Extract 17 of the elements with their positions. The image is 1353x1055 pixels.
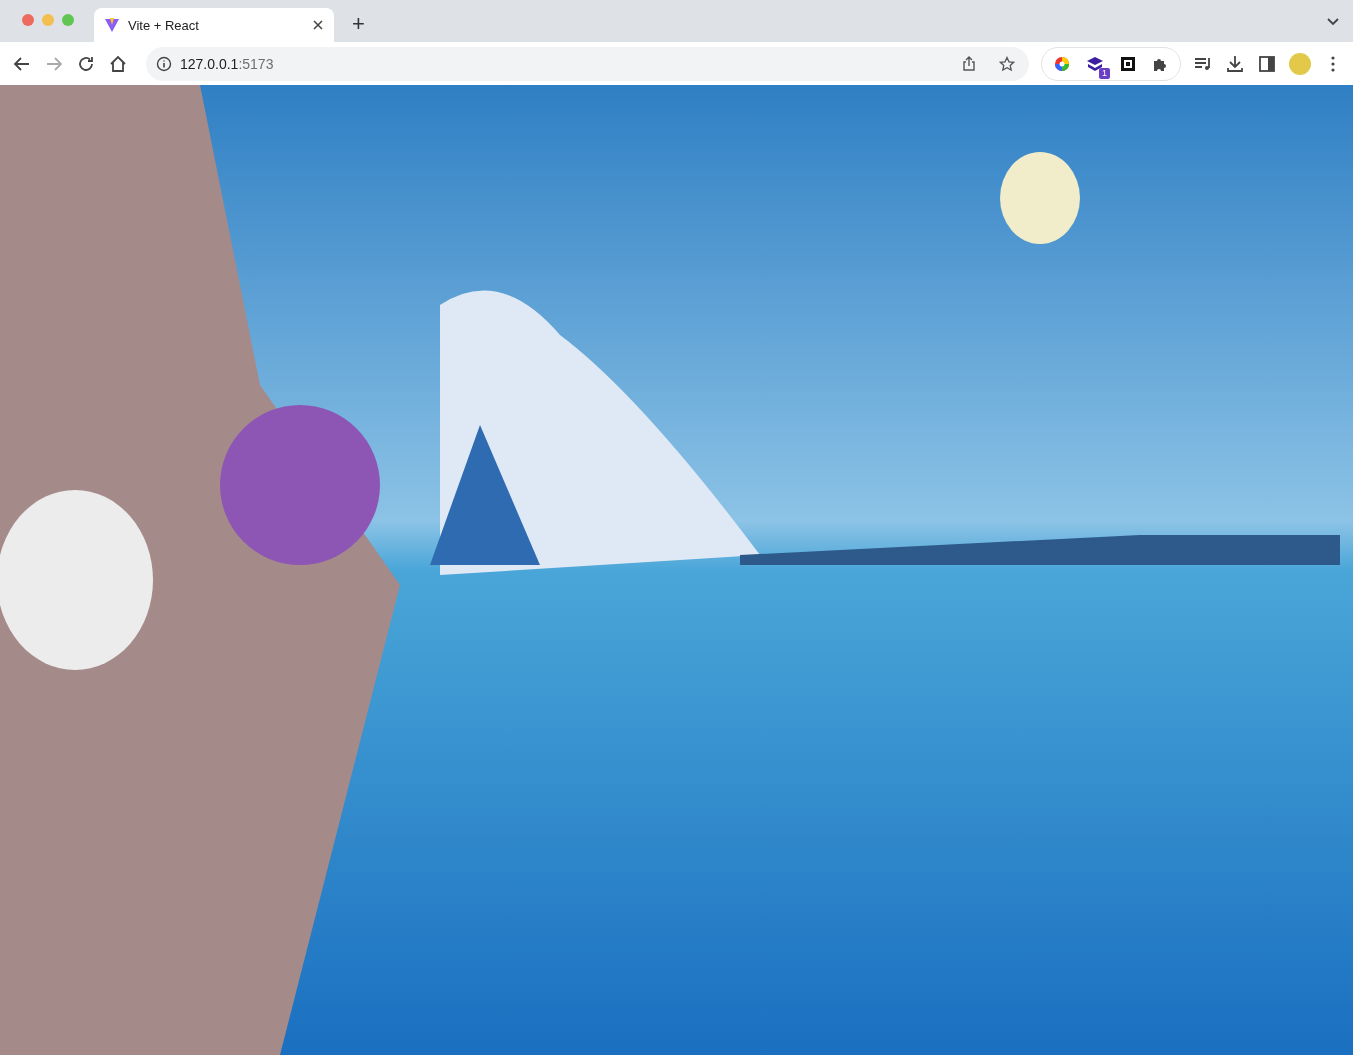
square-frame-icon[interactable] <box>1120 55 1136 72</box>
url-text: 127.0.0.1:5173 <box>180 55 274 72</box>
home-icon[interactable] <box>108 53 128 74</box>
address-bar[interactable]: 127.0.0.1:5173 <box>146 46 1029 81</box>
notification-badge: 1 <box>1099 67 1110 79</box>
new-tab-button[interactable]: + <box>346 8 371 40</box>
share-icon[interactable] <box>961 55 977 72</box>
close-icon[interactable] <box>312 19 324 31</box>
download-icon[interactable] <box>1225 53 1245 74</box>
color-wheel-icon[interactable] <box>1054 55 1070 72</box>
browser-tab[interactable]: Vite + React <box>94 8 334 42</box>
info-icon[interactable] <box>156 55 172 72</box>
tab-title: Vite + React <box>128 17 200 33</box>
star-icon[interactable] <box>999 55 1015 72</box>
stacked-layers-icon[interactable] <box>1086 55 1104 72</box>
triangle-logo-icon <box>104 17 120 33</box>
side-panel-icon[interactable] <box>1257 53 1277 74</box>
